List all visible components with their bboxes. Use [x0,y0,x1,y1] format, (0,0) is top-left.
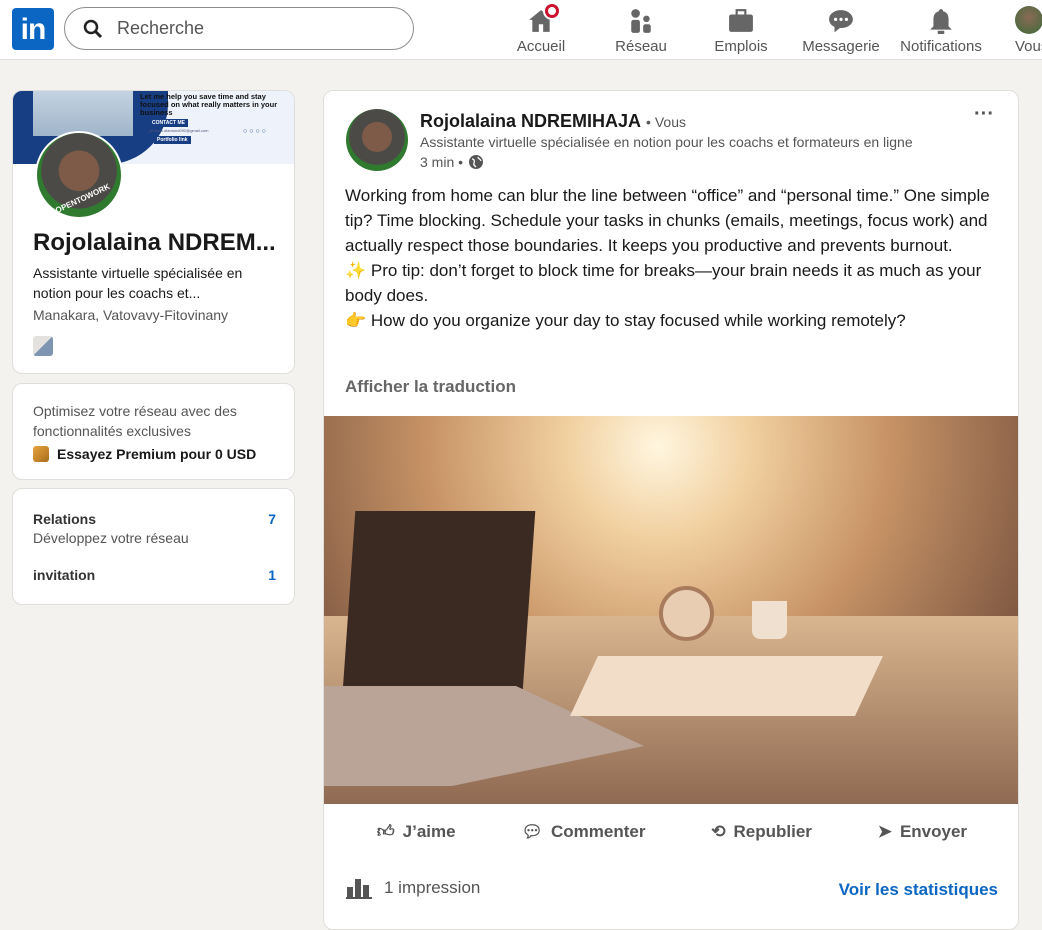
invitation-label: invitation [33,567,96,583]
nav-network[interactable]: Réseau [591,4,691,55]
send-button[interactable]: ➤ Envoyer [878,821,967,842]
nav-jobs[interactable]: Emplois [691,4,791,55]
comment-button[interactable]: 💬︎ Commenter [521,821,645,842]
relations-count: 7 [268,511,276,527]
search-icon [83,19,103,38]
laptop [342,511,536,691]
people-icon [631,9,651,33]
post-paragraph: 👉 How do you organize your day to stay f… [345,311,906,330]
nav-home[interactable]: Accueil [491,2,591,55]
author-avatar[interactable] [346,109,408,171]
nav-network-label: Réseau [615,38,667,55]
linkedin-logo[interactable]: in [12,8,54,50]
profile-card: Let me help you save time and stay focus… [12,90,295,374]
impressions[interactable]: 1 impression [346,877,480,899]
post-paragraph: ✨ Pro tip: don’t forget to block time fo… [345,261,982,305]
premium-cta: Essayez Premium pour 0 USD [57,446,257,462]
relations-sub: Développez votre réseau [33,530,189,546]
premium-link[interactable]: Essayez Premium pour 0 USD [33,446,256,462]
thumbs-up-icon: 👍︎ [376,822,395,841]
author-you-label: • Vous [646,114,686,130]
author-name[interactable]: Rojolalaina NDREMIHAJA [420,111,641,131]
search-input[interactable]: Recherche [64,7,414,50]
banner-email: phoenix.diamond092@gmail.com [149,128,209,133]
post-card: Rojolalaina NDREMIHAJA • Vous Assistante… [323,90,1019,930]
nav-notifications-label: Notifications [900,38,982,55]
profile-photo[interactable]: #OPENTOWORK [35,131,123,219]
search-placeholder: Recherche [117,18,205,38]
profile-location: Manakara, Vatovavy-Fitovinany [33,307,229,323]
send-icon: ➤ [877,821,892,841]
banner-portfolio: Portfolio link [154,136,191,144]
post-paragraph: Working from home can blur the line betw… [345,186,990,255]
post-body: Working from home can blur the line betw… [345,183,995,333]
briefcase-icon [729,9,753,32]
translate-link[interactable]: Afficher la traduction [345,377,516,397]
post-time: 3 min • [420,154,464,170]
message-icon [829,10,853,33]
author-headline: Assistante virtuelle spécialisée en noti… [420,134,913,150]
nav-jobs-label: Emplois [714,38,768,55]
nav-home-label: Accueil [516,38,566,55]
premium-card: Optimisez votre réseau avec des fonction… [12,383,295,480]
more-options-button[interactable]: ··· [974,103,994,126]
avatar [1015,6,1042,34]
post-image[interactable] [324,416,1018,804]
top-nav: in Recherche Accueil Réseau Emplois Mess… [0,0,1042,60]
repost-icon: ⟲ [711,821,726,841]
nav-me-label: Vous [1015,38,1042,55]
like-button[interactable]: 👍︎ J’aime [377,821,456,842]
invitation-count: 1 [268,567,276,583]
nav-messaging-label: Messagerie [802,38,880,55]
network-card: Relations Développez votre réseau 7 invi… [12,488,295,605]
nav-notifications[interactable]: Notifications [891,4,991,55]
repost-button[interactable]: ⟲ Republier [711,821,812,842]
notification-dot-icon [543,2,561,20]
comment-icon: 💬︎ [521,821,543,841]
profile-name[interactable]: Rojolalaina NDREM... [33,229,276,257]
profile-headline: Assistante virtuelle spécialisée en noti… [33,265,243,301]
post-actions: 👍︎ J’aime 💬︎ Commenter ⟲ Republier ➤ Envoyer [324,821,1018,842]
premium-icon [33,446,49,462]
open-to-work-badge: #OPENTOWORK [50,182,112,217]
bar-chart-icon [346,879,372,899]
view-stats-link[interactable]: Voir les statistiques [839,880,998,900]
nav-me[interactable]: Vous [991,4,1042,55]
banner-tagline: Let me help you save time and stay focus… [140,92,278,117]
relations-label: Relations [33,511,97,527]
relations-row[interactable]: Relations Développez votre réseau 7 [33,511,276,546]
premium-text: Optimisez votre réseau avec des fonction… [33,403,237,439]
banner-contact: CONTACT ME [149,119,188,127]
bell-icon [930,9,952,34]
invitation-row[interactable]: invitation 1 [33,567,276,583]
nav-messaging[interactable]: Messagerie [791,4,891,55]
company-logo-icon[interactable] [33,336,53,356]
globe-icon [469,155,484,169]
